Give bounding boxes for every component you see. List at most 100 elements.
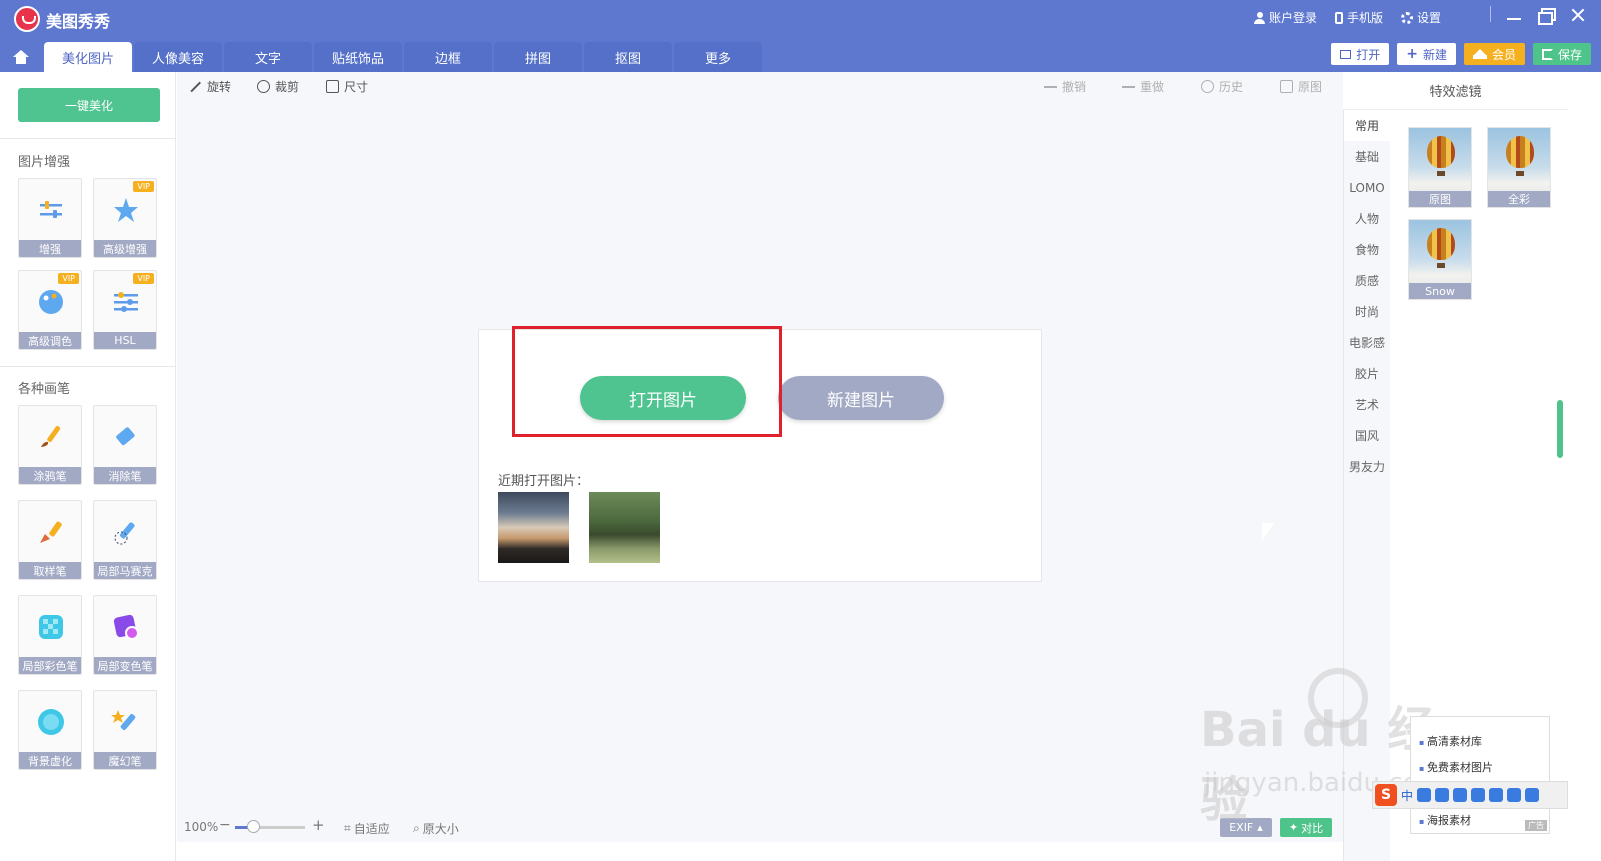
scrollbar[interactable] bbox=[1557, 400, 1563, 458]
filter-category[interactable]: 胶片 bbox=[1344, 358, 1390, 389]
recent-image-thumbnail[interactable] bbox=[589, 492, 660, 563]
tool-background-blur[interactable]: 背景虚化 bbox=[18, 690, 82, 770]
history-button[interactable]: 历史 bbox=[1201, 78, 1243, 95]
redo-label: 重做 bbox=[1140, 80, 1165, 94]
left-tool-panel: 一键美化 图片增强 增强 VIP 高级增强 VIP 高级调色 VIP HSL 各… bbox=[0, 72, 176, 861]
login-link[interactable]: 账户登录 bbox=[1253, 9, 1317, 26]
compare-button[interactable]: ✦ 对比 bbox=[1280, 818, 1332, 837]
filter-category[interactable]: 时尚 bbox=[1344, 296, 1390, 327]
rotate-button[interactable]: 旋转 bbox=[189, 78, 231, 95]
divider bbox=[1490, 6, 1491, 22]
tab-beautify[interactable]: 美化图片 bbox=[44, 42, 133, 72]
balloon-basket bbox=[1437, 171, 1445, 176]
tool-hsl[interactable]: VIP HSL bbox=[93, 270, 157, 350]
crop-button[interactable]: 裁剪 bbox=[257, 78, 299, 95]
ad-item[interactable]: 高清素材库 bbox=[1419, 733, 1482, 749]
home-tab[interactable] bbox=[0, 42, 42, 72]
actual-size-button[interactable]: ⌕ 原大小 bbox=[413, 820, 459, 837]
tab-frames[interactable]: 边框 bbox=[404, 42, 493, 72]
tab-stickers[interactable]: 贴纸饰品 bbox=[314, 42, 403, 72]
ad-item[interactable]: 海报素材 bbox=[1419, 812, 1471, 828]
tool-eraser-pen[interactable]: 消除笔 bbox=[93, 405, 157, 485]
new-label: 新建 bbox=[1422, 47, 1447, 62]
mosaic-pen-icon bbox=[114, 522, 135, 545]
tool-mosaic-pen[interactable]: 局部马赛克 bbox=[93, 500, 157, 580]
filter-category[interactable]: 电影感 bbox=[1344, 327, 1390, 358]
zoom-out-button[interactable]: − bbox=[219, 817, 231, 833]
edit-toolbar: 旋转 裁剪 尺寸 撤销 重做 历史 原图 bbox=[177, 72, 1343, 100]
hsl-sliders-icon bbox=[114, 292, 138, 312]
tab-text[interactable]: 文字 bbox=[224, 42, 313, 72]
emoji-icon[interactable] bbox=[1435, 788, 1450, 802]
tool-partial-color-pen[interactable]: 局部彩色笔 bbox=[18, 595, 82, 675]
filter-category[interactable]: 男友力 bbox=[1344, 451, 1390, 482]
ad-popup[interactable]: 高清素材库 免费素材图片 海报素材 广告 bbox=[1410, 716, 1550, 834]
tab-more[interactable]: 更多 bbox=[674, 42, 763, 72]
filter-thumbnail[interactable]: 原图 bbox=[1408, 127, 1472, 208]
punctuation-icon[interactable] bbox=[1417, 788, 1432, 802]
filter-category[interactable]: 人物 bbox=[1344, 203, 1390, 234]
skin-icon[interactable] bbox=[1507, 788, 1522, 802]
tab-collage[interactable]: 拼图 bbox=[494, 42, 583, 72]
new-image-button[interactable]: 新建图片 bbox=[778, 376, 944, 420]
mic-icon[interactable] bbox=[1453, 788, 1468, 802]
redo-button[interactable]: 重做 bbox=[1122, 78, 1164, 95]
tool-label: 局部变色笔 bbox=[94, 657, 156, 674]
balloon-image bbox=[1427, 228, 1455, 260]
filter-category[interactable]: 艺术 bbox=[1344, 389, 1390, 420]
filter-category[interactable]: 食物 bbox=[1344, 234, 1390, 265]
filter-category[interactable]: LOMO bbox=[1344, 172, 1390, 203]
tool-doodle-pen[interactable]: 涂鸦笔 bbox=[18, 405, 82, 485]
magic-pen-icon bbox=[111, 710, 136, 731]
one-key-beautify-button[interactable]: 一键美化 bbox=[18, 88, 160, 122]
tool-advanced-enhance[interactable]: VIP 高级增强 bbox=[93, 178, 157, 258]
tool-magic-pen[interactable]: 魔幻笔 bbox=[93, 690, 157, 770]
user-icon[interactable] bbox=[1489, 788, 1504, 802]
minimize-button[interactable] bbox=[1505, 6, 1523, 24]
tab-cutout[interactable]: 抠图 bbox=[584, 42, 673, 72]
zoom-slider-handle[interactable] bbox=[246, 820, 260, 833]
filter-category[interactable]: 常用 bbox=[1344, 110, 1390, 141]
palette-icon bbox=[39, 290, 63, 314]
ime-language[interactable]: 中 bbox=[1401, 787, 1413, 804]
open-button[interactable]: 打开 bbox=[1331, 43, 1390, 65]
keyboard-icon[interactable] bbox=[1471, 788, 1486, 802]
size-label: 尺寸 bbox=[344, 80, 369, 94]
zoom-in-button[interactable]: + bbox=[312, 816, 325, 834]
mobile-link[interactable]: 手机版 bbox=[1334, 9, 1383, 26]
zoom-slider[interactable] bbox=[235, 826, 305, 829]
close-button[interactable] bbox=[1569, 6, 1587, 24]
filter-thumbnail[interactable]: Snow bbox=[1408, 219, 1472, 300]
user-icon bbox=[1253, 11, 1265, 24]
vip-button[interactable]: 会员 bbox=[1463, 43, 1525, 65]
tool-sample-pen[interactable]: 取样笔 bbox=[18, 500, 82, 580]
grid-icon[interactable] bbox=[1525, 788, 1540, 802]
tool-enhance[interactable]: 增强 bbox=[18, 178, 82, 258]
open-image-button[interactable]: 打开图片 bbox=[580, 376, 746, 420]
tool-label: HSL bbox=[94, 332, 156, 349]
settings-link[interactable]: 设置 bbox=[1400, 9, 1441, 26]
filter-category[interactable]: 国风 bbox=[1344, 420, 1390, 451]
fit-window-button[interactable]: ⌗ 自适应 bbox=[344, 820, 390, 837]
ime-toolbar[interactable]: S 中 bbox=[1372, 781, 1568, 809]
ad-item[interactable]: 免费素材图片 bbox=[1419, 759, 1493, 775]
sogou-logo-icon: S bbox=[1375, 784, 1397, 806]
filter-category[interactable]: 质感 bbox=[1344, 265, 1390, 296]
zoom-level: 100% bbox=[184, 820, 219, 834]
save-button[interactable]: 保存 bbox=[1532, 43, 1591, 65]
filter-category[interactable]: 基础 bbox=[1344, 141, 1390, 172]
tool-advanced-color[interactable]: VIP 高级调色 bbox=[18, 270, 82, 350]
maximize-button[interactable] bbox=[1537, 6, 1556, 25]
exif-button[interactable]: EXIF ▴ bbox=[1220, 818, 1272, 837]
undo-button[interactable]: 撤销 bbox=[1044, 78, 1086, 95]
new-button[interactable]: + 新建 bbox=[1397, 43, 1456, 65]
undo-label: 撤销 bbox=[1062, 80, 1087, 94]
original-button[interactable]: 原图 bbox=[1280, 78, 1322, 95]
mobile-label: 手机版 bbox=[1346, 11, 1383, 25]
filter-thumbnail[interactable]: 全彩 bbox=[1487, 127, 1551, 208]
recent-image-thumbnail[interactable] bbox=[498, 492, 569, 563]
settings-label: 设置 bbox=[1416, 11, 1441, 25]
tool-partial-recolor-pen[interactable]: 局部变色笔 bbox=[93, 595, 157, 675]
tab-portrait[interactable]: 人像美容 bbox=[134, 42, 223, 72]
size-button[interactable]: 尺寸 bbox=[326, 78, 368, 95]
